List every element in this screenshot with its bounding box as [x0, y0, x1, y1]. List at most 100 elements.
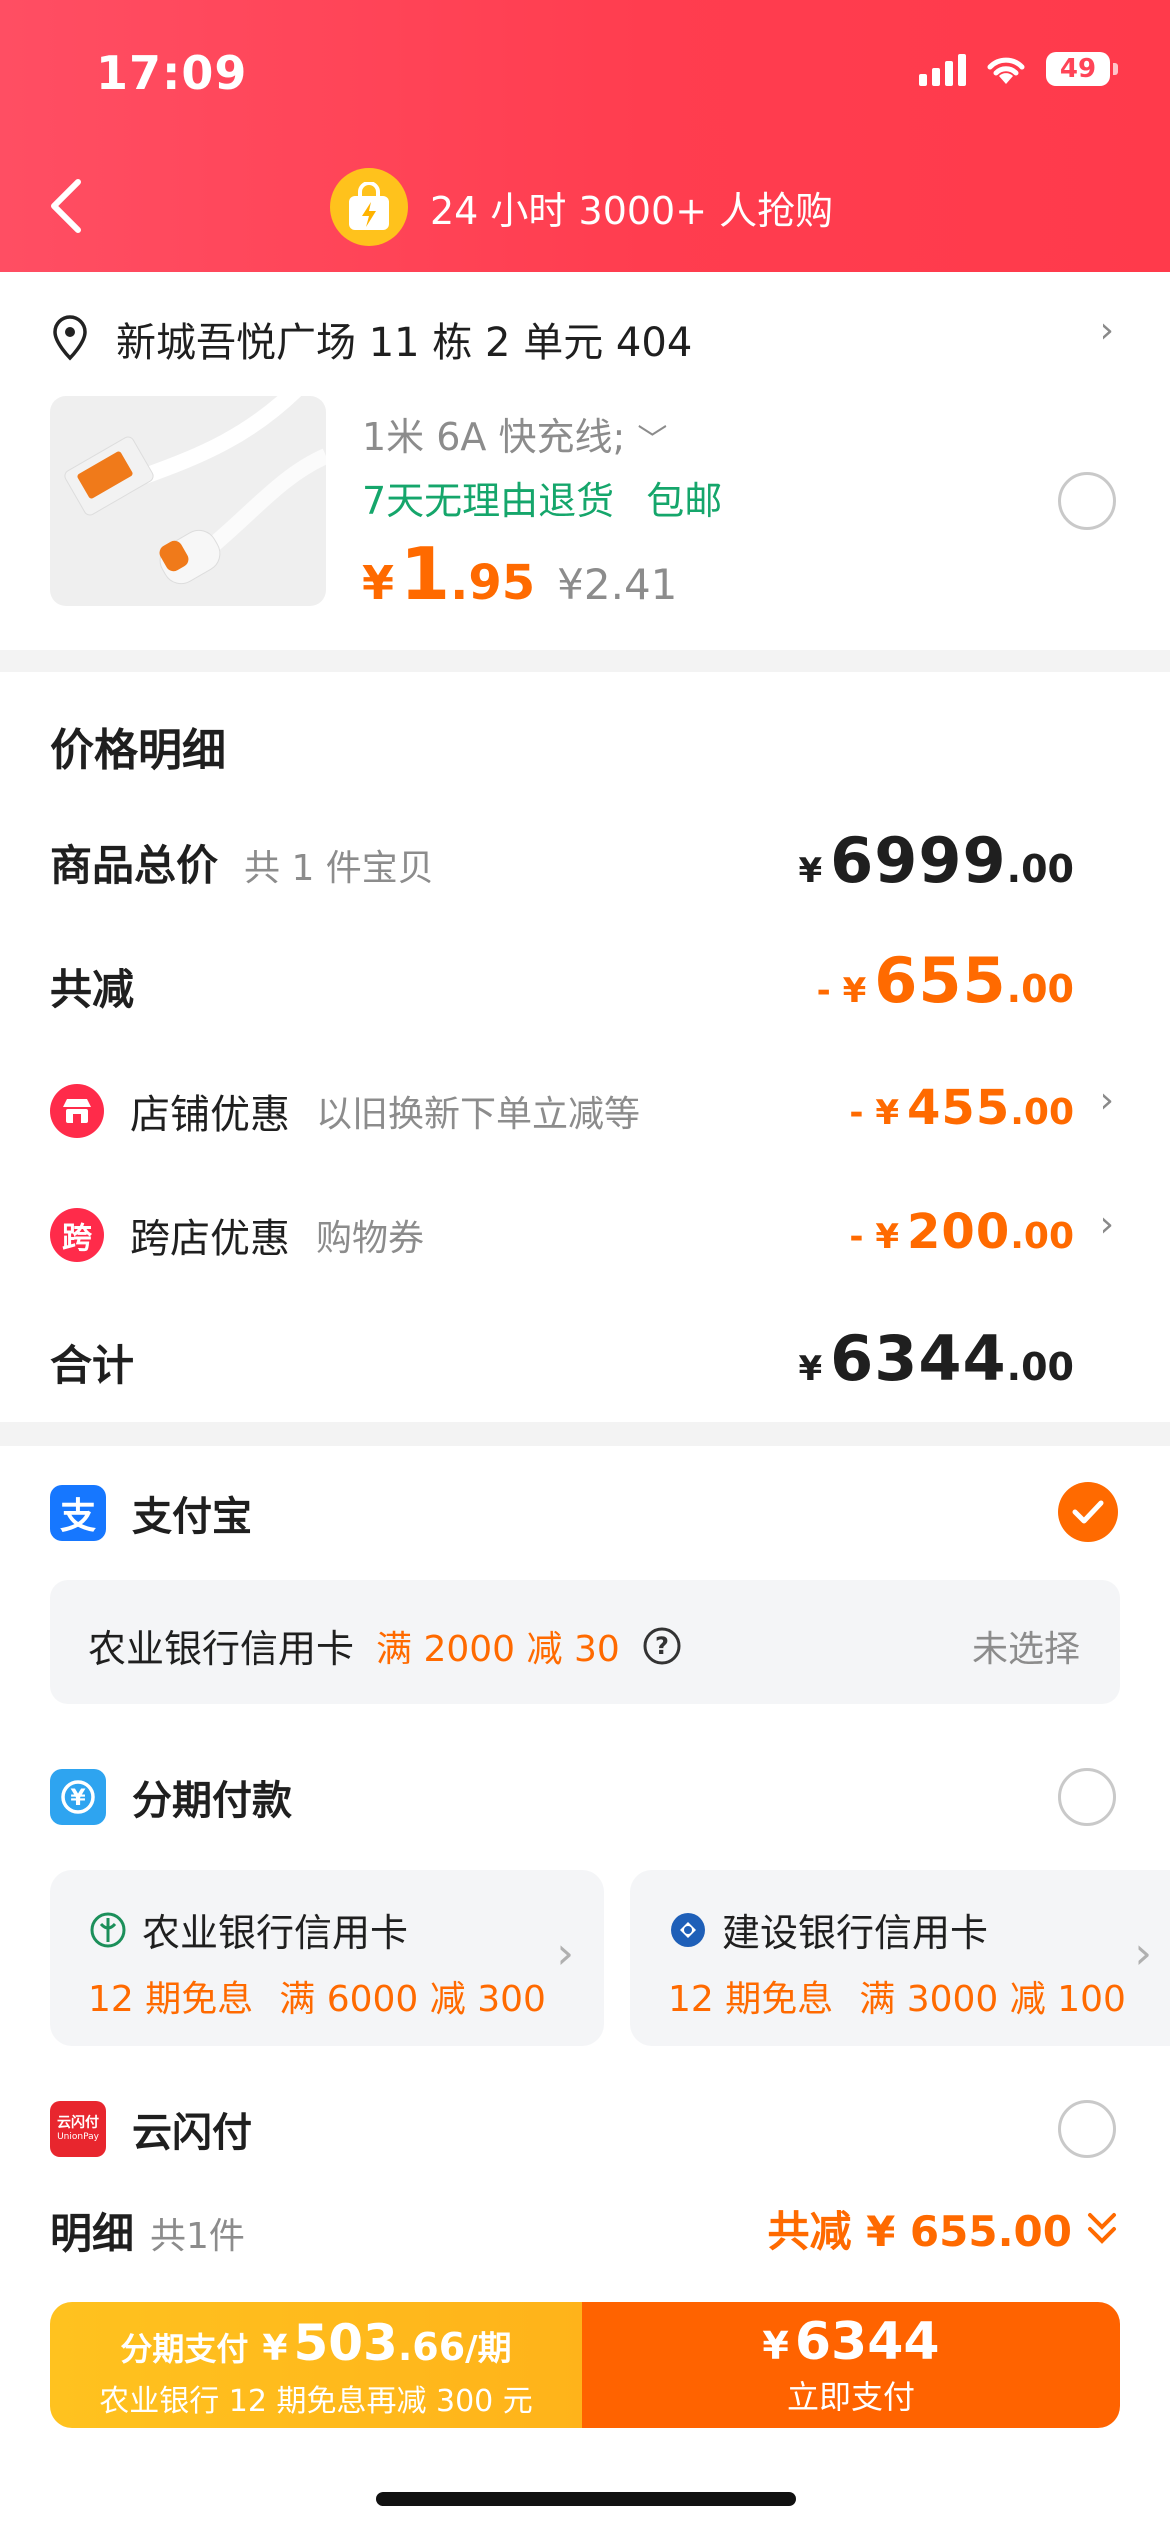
- sum-dec: .00: [1006, 1345, 1074, 1389]
- price-currency: ¥: [362, 556, 395, 610]
- cross-shop-chevron-icon[interactable]: ›: [1100, 1204, 1114, 1245]
- installment-pay-int: 503: [293, 2314, 398, 2372]
- cross-shop-icon: 跨: [50, 1208, 104, 1262]
- free-shipping-tag: 包邮: [646, 479, 723, 523]
- sum-amount: ¥ 6344 .00: [798, 1322, 1074, 1395]
- shop-discount-chevron-icon[interactable]: ›: [1100, 1080, 1114, 1121]
- battery-icon: 49: [1046, 52, 1118, 86]
- unionpay-icon: 云闪付 UnionPay: [50, 2101, 106, 2157]
- product-price: ¥ 1 .95 ¥2.41: [362, 532, 677, 616]
- product-select-radio[interactable]: [1058, 472, 1116, 530]
- pay-now-amount: ¥ 6344: [582, 2312, 1120, 2372]
- cross-shop-amount[interactable]: - ¥ 200 .00: [849, 1204, 1074, 1260]
- reduce-label: 共减: [50, 965, 135, 1014]
- unionpay-radio[interactable]: [1058, 2100, 1116, 2158]
- home-indicator: [376, 2492, 796, 2506]
- bank1-discount: 满 6000 减 300: [279, 1979, 546, 2020]
- unionpay-icon-text: 云闪付: [57, 2115, 99, 2131]
- unionpay-icon-subtext: UnionPay: [57, 2132, 99, 2142]
- shop-int: 455: [907, 1080, 1011, 1136]
- bank2-chevron-icon: ›: [1134, 1928, 1152, 1979]
- original-price: ¥2.41: [557, 560, 678, 609]
- bank1-promo: 12 期免息 满 6000 减 300: [88, 1970, 546, 2022]
- bank2-promo: 12 期免息 满 3000 减 100: [668, 1970, 1126, 2022]
- header-title: 24 小时 3000+ 人抢购: [330, 168, 833, 246]
- address-text[interactable]: 新城吾悦广场 11 栋 2 单元 404: [116, 310, 692, 368]
- summary-detail[interactable]: 明细 共1件: [50, 2200, 245, 2261]
- alipay-card-status: 未选择: [971, 1629, 1080, 1670]
- shopping-bag-icon: [330, 168, 408, 246]
- return-policy-tag: 7天无理由退货: [362, 479, 615, 523]
- pay-now-total: 6344: [794, 2312, 940, 2372]
- summary-reduce[interactable]: 共减 ¥ 655.00: [767, 2198, 1120, 2259]
- alipay-card-bank: 农业银行信用卡: [88, 1627, 355, 1671]
- installment-pay-unit: /期: [465, 2329, 512, 2369]
- product-tags: 7天无理由退货 包邮: [362, 470, 722, 525]
- svg-text:¥: ¥: [70, 1786, 86, 1811]
- total-count: 共 1 件宝贝: [244, 848, 434, 889]
- summary-label: 明细: [50, 2209, 135, 2258]
- product-spec[interactable]: 1米 6A 快充线; ﹀: [362, 406, 667, 461]
- bank1-header: 农业银行信用卡: [88, 1902, 408, 1957]
- address-chevron-icon[interactable]: ›: [1100, 310, 1114, 351]
- double-chevron-down-icon[interactable]: [1084, 2209, 1120, 2249]
- bank1-name: 农业银行信用卡: [142, 1911, 409, 1955]
- back-arrow-icon[interactable]: [44, 176, 88, 236]
- installment-pay-button[interactable]: 分期支付 ¥ 503 .66 /期 农业银行 12 期免息再减 300 元: [50, 2302, 582, 2428]
- spec-chevron-down-icon: ﹀: [637, 423, 668, 458]
- bank2-discount: 满 3000 减 100: [859, 1979, 1126, 2020]
- unionpay-label: 云闪付: [132, 2110, 252, 2156]
- help-question-icon[interactable]: ?: [642, 1626, 682, 1666]
- bank2-header: 建设银行信用卡: [668, 1902, 988, 1957]
- installment-pay-amount: 分期支付 ¥ 503 .66 /期: [50, 2314, 582, 2372]
- wifi-icon: [987, 57, 1025, 84]
- svg-text:?: ?: [655, 1632, 669, 1660]
- reduce-int: 655: [874, 944, 1007, 1017]
- address-product-section: 新城吾悦广场 11 栋 2 单元 404 › 1米 6A 快充线; ﹀ 7天无理…: [0, 272, 1170, 650]
- cross-shop-label: 跨店优惠: [130, 1216, 290, 1262]
- alipay-card-select[interactable]: 农业银行信用卡 满 2000 减 30 ? 未选择: [50, 1580, 1120, 1704]
- alipay-selected-check-icon[interactable]: [1058, 1482, 1118, 1542]
- ccb-bank-icon: [671, 1912, 705, 1947]
- pay-now-currency: ¥: [762, 2324, 789, 2368]
- cellular-signal-icon: [919, 52, 966, 86]
- total-row: 商品总价 共 1 件宝贝: [50, 832, 434, 893]
- bank-card-option-1[interactable]: 农业银行信用卡 12 期免息 满 6000 减 300 ›: [50, 1870, 604, 2046]
- product-spec-text: 1米 6A 快充线;: [362, 415, 626, 459]
- sum-currency: ¥: [798, 1349, 823, 1389]
- shop-dec: .00: [1010, 1092, 1074, 1133]
- shop-discount-label: 店铺优惠: [130, 1092, 290, 1138]
- installment-option[interactable]: ¥ 分期付款: [50, 1768, 292, 1826]
- product-image[interactable]: [50, 396, 326, 606]
- price-decimal: .95: [450, 555, 536, 611]
- total-label: 商品总价: [50, 841, 219, 890]
- summary-reduce-text: 共减 ¥ 655.00: [767, 2207, 1072, 2256]
- unionpay-option[interactable]: 云闪付 UnionPay 云闪付: [50, 2100, 252, 2158]
- reduce-currency: - ¥: [816, 971, 867, 1011]
- cross-shop-row[interactable]: 跨 跨店优惠 购物券: [50, 1206, 424, 1264]
- status-icons: 49: [919, 52, 1118, 86]
- total-int: 6999: [830, 824, 1007, 897]
- bank2-terms: 12 期免息: [668, 1979, 834, 2020]
- installment-pay-dec: .66: [397, 2325, 466, 2369]
- total-dec: .00: [1006, 847, 1074, 891]
- pay-now-button[interactable]: ¥ 6344 立即支付: [582, 2302, 1120, 2428]
- alipay-card-info: 农业银行信用卡 满 2000 减 30 ?: [88, 1618, 682, 1673]
- summary-count: 共1件: [150, 2216, 245, 2257]
- sum-int: 6344: [830, 1322, 1007, 1395]
- installment-label: 分期付款: [132, 1778, 292, 1824]
- reduce-amount: - ¥ 655 .00: [817, 944, 1074, 1017]
- installment-radio[interactable]: [1058, 1768, 1116, 1826]
- sum-label: 合计: [50, 1341, 135, 1390]
- bank-card-option-2[interactable]: 建设银行信用卡 12 期免息 满 3000 减 100 ›: [630, 1870, 1170, 2046]
- installment-icon: ¥: [50, 1769, 106, 1825]
- shop-currency: - ¥: [849, 1093, 900, 1133]
- header-title-text: 24 小时 3000+ 人抢购: [430, 188, 834, 233]
- shop-discount-row[interactable]: 店铺优惠 以旧换新下单立减等: [50, 1082, 640, 1140]
- shop-discount-amount[interactable]: - ¥ 455 .00: [849, 1080, 1074, 1136]
- installment-pay-currency: ¥: [262, 2328, 288, 2369]
- bank1-chevron-icon: ›: [556, 1928, 574, 1979]
- alipay-option[interactable]: 支 支付宝: [50, 1484, 252, 1542]
- total-amount: ¥ 6999 .00: [798, 824, 1074, 897]
- price-detail-section: 价格明细 商品总价 共 1 件宝贝 ¥ 6999 .00 共减 - ¥ 655 …: [0, 672, 1170, 1422]
